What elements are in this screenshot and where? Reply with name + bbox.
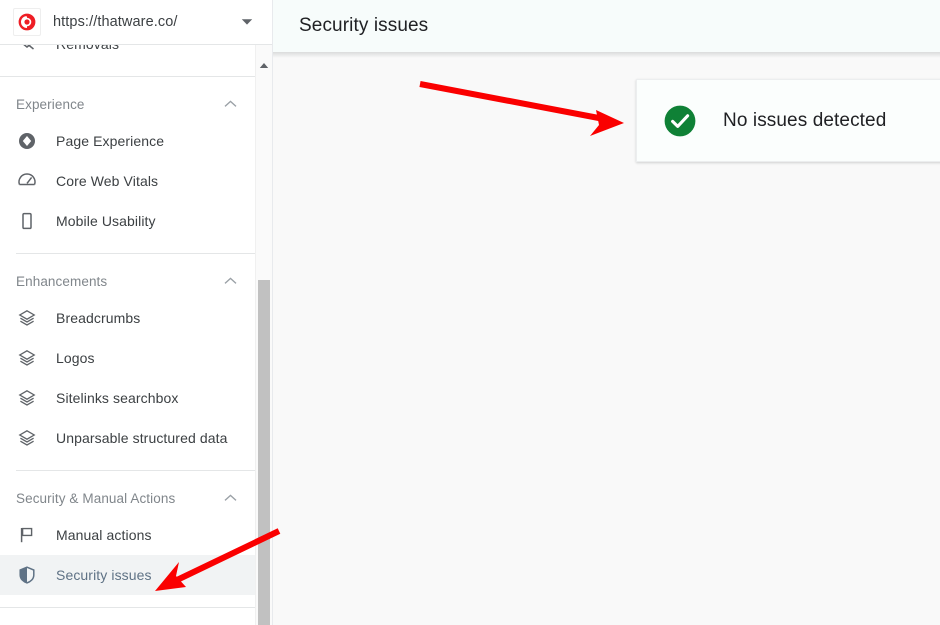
status-message: No issues detected: [723, 109, 887, 131]
layers-icon: [16, 427, 38, 449]
sidebar-item-label: Security issues: [56, 567, 152, 583]
sidebar-item-page-experience[interactable]: Page Experience: [0, 121, 255, 161]
check-circle-icon: [663, 104, 697, 138]
nav-divider: [16, 253, 255, 254]
sidebar-nav-scroll-viewport[interactable]: Removals Experience: [0, 45, 255, 625]
thatware-favicon: [13, 8, 41, 36]
speedometer-icon: [16, 170, 38, 192]
sidebar-scrollbar-thumb[interactable]: [258, 280, 270, 625]
sidebar-item-breadcrumbs[interactable]: Breadcrumbs: [0, 298, 255, 338]
sidebar-item-removals[interactable]: Removals: [0, 45, 255, 64]
sidebar-item-sitelinks-searchbox[interactable]: Sitelinks searchbox: [0, 378, 255, 418]
sidebar-section-title: Enhancements: [16, 273, 108, 289]
chevron-down-icon[interactable]: [234, 18, 260, 26]
page-header: Security issues: [273, 0, 940, 52]
sidebar-item-core-web-vitals[interactable]: Core Web Vitals: [0, 161, 255, 201]
sidebar-item-label: Logos: [56, 350, 95, 366]
nav-divider: [16, 470, 255, 471]
sidebar-section-experience[interactable]: Experience: [0, 87, 255, 121]
layers-icon: [16, 347, 38, 369]
sidebar-item-manual-actions[interactable]: Manual actions: [0, 515, 255, 555]
sidebar-item-unparsable-structured-data[interactable]: Unparsable structured data: [0, 418, 255, 458]
chevron-up-icon[interactable]: [221, 95, 239, 113]
sidebar-item-label: Manual actions: [56, 527, 152, 543]
sidebar-item-label: Unparsable structured data: [56, 430, 228, 446]
sidebar-item-logos[interactable]: Logos: [0, 338, 255, 378]
content-area: No issues detected: [273, 58, 940, 625]
layers-icon: [16, 387, 38, 409]
sidebar: https://thatware.co/ Remova: [0, 0, 272, 625]
sidebar-item-label: Removals: [56, 45, 119, 52]
removals-icon: [16, 45, 38, 55]
nav-divider: [0, 607, 255, 608]
sidebar-item-label: Page Experience: [56, 133, 165, 149]
sidebar-item-label: Mobile Usability: [56, 213, 156, 229]
page-experience-icon: [16, 130, 38, 152]
sidebar-section-title: Security & Manual Actions: [16, 490, 176, 506]
page-title: Security issues: [299, 15, 429, 36]
flag-icon: [16, 524, 38, 546]
sidebar-item-label: Sitelinks searchbox: [56, 390, 179, 406]
status-card-no-issues: No issues detected: [636, 79, 940, 162]
sidebar-section-title: Experience: [16, 96, 85, 112]
sidebar-scrollbar-track[interactable]: [255, 45, 272, 625]
google-search-console-window: https://thatware.co/ Remova: [0, 0, 940, 625]
sidebar-item-security-issues[interactable]: Security issues: [0, 555, 255, 595]
sidebar-nav-list: Removals Experience: [0, 45, 255, 625]
nav-divider: [0, 76, 255, 77]
property-url: https://thatware.co/: [53, 14, 178, 30]
sidebar-section-security-manual-actions[interactable]: Security & Manual Actions: [0, 481, 255, 515]
chevron-up-icon[interactable]: [221, 272, 239, 290]
chevron-up-icon[interactable]: [221, 489, 239, 507]
sidebar-section-enhancements[interactable]: Enhancements: [0, 264, 255, 298]
sidebar-item-mobile-usability[interactable]: Mobile Usability: [0, 201, 255, 241]
main-content: Security issues No issues detected: [273, 0, 940, 625]
sidebar-item-label: Breadcrumbs: [56, 310, 141, 326]
layers-icon: [16, 307, 38, 329]
scroll-up-arrow-icon[interactable]: [256, 57, 272, 73]
shield-icon: [16, 564, 38, 586]
mobile-phone-icon: [16, 210, 38, 232]
property-selector[interactable]: https://thatware.co/: [0, 0, 272, 45]
sidebar-item-label: Core Web Vitals: [56, 173, 159, 189]
